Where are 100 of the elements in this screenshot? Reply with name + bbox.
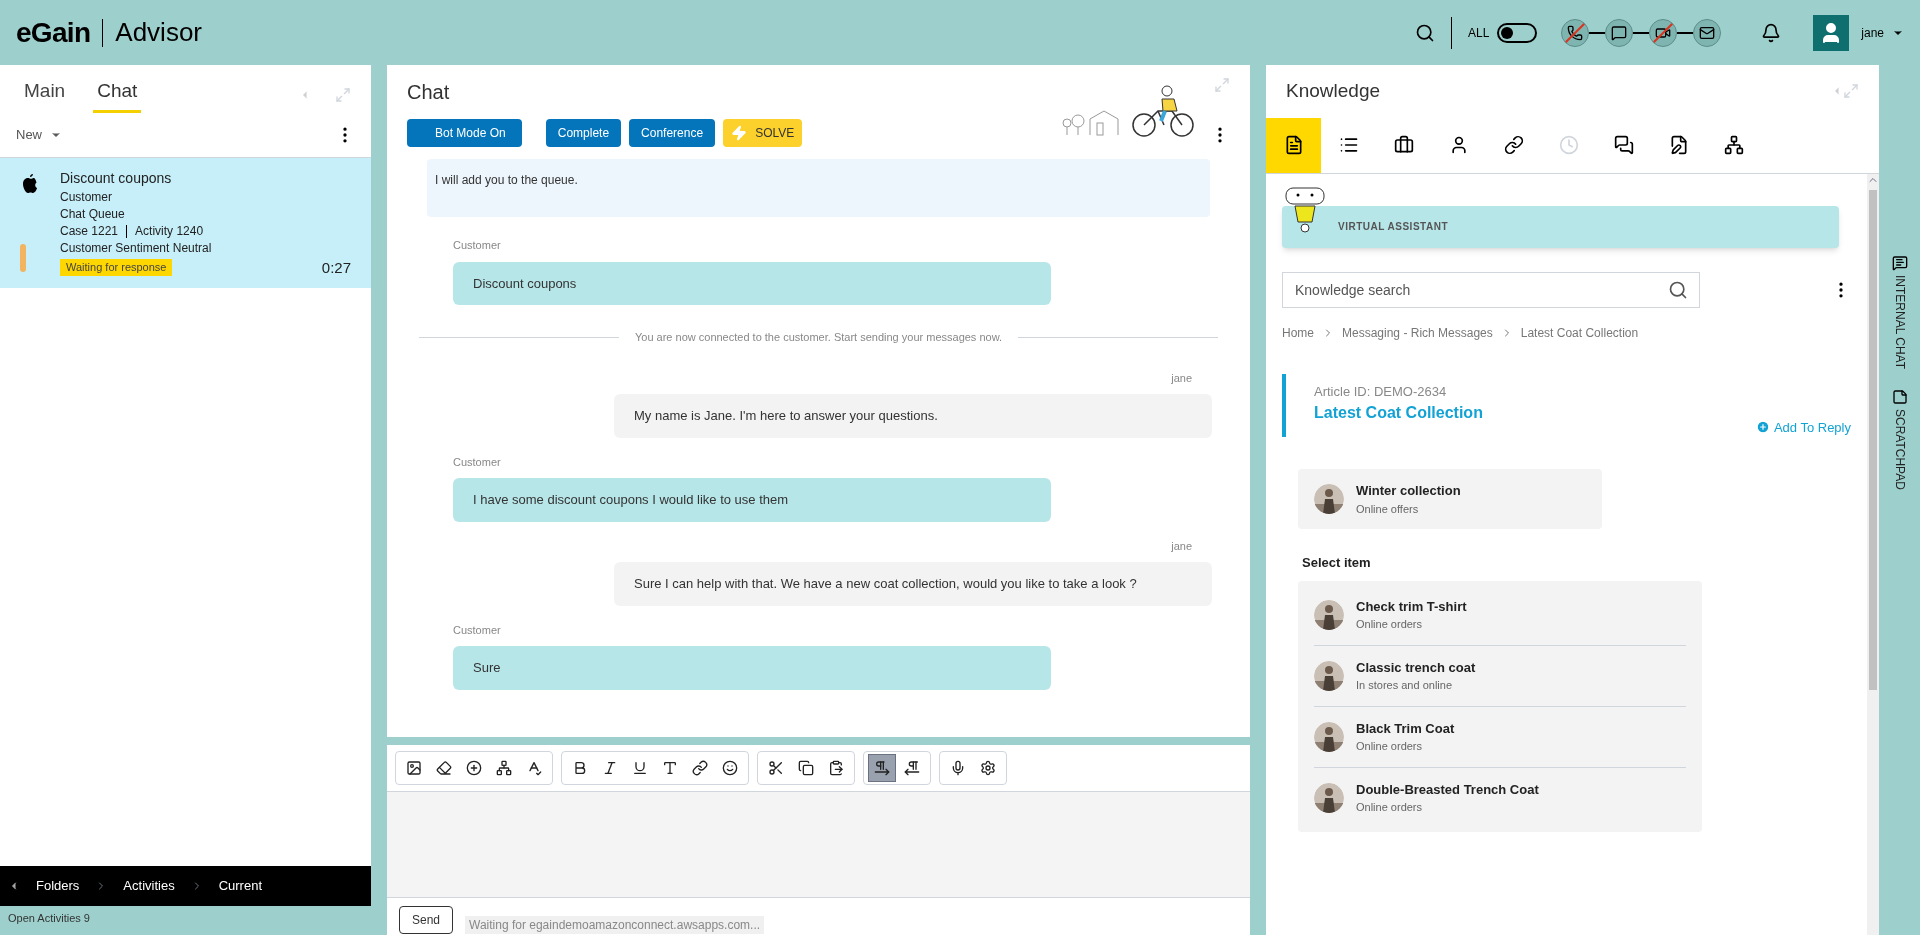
link-icon	[692, 760, 708, 776]
list-item[interactable]: Double-Breasted Trench Coat Online orders	[1314, 766, 1686, 828]
apple-icon	[20, 173, 40, 196]
solve-button[interactable]: SOLVE	[723, 119, 803, 147]
sender-name: Customer	[453, 622, 501, 638]
bold-icon	[572, 760, 588, 776]
image-icon	[406, 760, 422, 776]
case-number: Case 1221	[60, 222, 119, 240]
phone-icon	[1567, 24, 1584, 41]
insert-icon	[466, 760, 482, 776]
message-input[interactable]	[387, 791, 1250, 898]
settings-icon	[980, 760, 996, 776]
activity-title: Discount coupons	[60, 169, 173, 187]
breadcrumb-link[interactable]: Current	[214, 876, 266, 896]
user-menu[interactable]: jane	[1861, 24, 1904, 41]
send-button[interactable]: Send	[399, 906, 454, 934]
item-subtitle: In stores and online	[1356, 678, 1453, 693]
item-title: Classic trench coat	[1356, 658, 1476, 677]
sentiment-text: Customer Sentiment Neutral	[60, 239, 213, 257]
breadcrumb-link[interactable]: Latest Coat Collection	[1520, 323, 1639, 342]
note-icon[interactable]	[1891, 389, 1908, 405]
panel-tab[interactable]: Main	[20, 77, 70, 113]
list-item[interactable]: Check trim T-shirt Online orders	[1314, 584, 1686, 645]
side-tab[interactable]: SCRATCHPAD	[1890, 409, 1909, 490]
copy-icon	[798, 760, 814, 776]
panel-title: Knowledge	[1286, 79, 1381, 103]
collection-card[interactable]: Winter collection Online offers	[1298, 469, 1602, 529]
sentiment-bar	[20, 243, 26, 272]
knowledge-tab[interactable]	[1266, 117, 1321, 173]
knowledge-search-field[interactable]: Knowledge search	[1282, 271, 1700, 308]
italic-icon	[602, 760, 618, 776]
left-to-right-icon	[874, 760, 890, 776]
item-subtitle: Online orders	[1356, 800, 1424, 815]
paste-icon	[828, 760, 844, 776]
list-item[interactable]: Classic trench coat In stores and online	[1314, 644, 1686, 706]
breadcrumb-link[interactable]: Folders	[32, 876, 84, 896]
connection-notice: You are now connected to the customer. Start sending your messages now.	[634, 330, 1003, 345]
channel-button[interactable]	[1693, 18, 1722, 47]
spellcheck-icon	[526, 760, 542, 776]
customer-message: Discount coupons	[453, 261, 1051, 305]
status-badge: Waiting for response	[60, 258, 173, 276]
article-title: Latest Coat Collection	[1314, 403, 1483, 423]
breadcrumb-link[interactable]: Activities	[119, 876, 179, 896]
logo: eGain	[16, 15, 91, 50]
item-title: Double-Breasted Trench Coat	[1356, 780, 1539, 799]
action-button[interactable]: Bot Mode On	[407, 119, 522, 147]
customer-message: Sure	[453, 646, 1051, 690]
card-subtitle: Online offers	[1356, 501, 1420, 517]
item-subtitle: Online orders	[1356, 617, 1424, 632]
chat-bubble-icon[interactable]	[1891, 255, 1908, 271]
search-icon[interactable]	[1414, 22, 1435, 43]
article-id: Article ID: DEMO-2634	[1314, 382, 1448, 401]
action-button[interactable]: Complete	[545, 119, 622, 147]
briefcase-icon	[1393, 135, 1414, 155]
envelope-icon	[1699, 24, 1716, 41]
scrollbar[interactable]	[1867, 173, 1879, 935]
timer: 0:27	[321, 258, 351, 276]
bot-message: I will add you to the queue.	[427, 159, 1210, 217]
sender-name: jane	[1171, 538, 1192, 554]
right-to-left-icon	[904, 760, 920, 776]
channel-button[interactable]	[1649, 18, 1678, 47]
notification-bell-icon[interactable]	[1761, 22, 1782, 43]
lightning-icon	[731, 125, 748, 141]
sender-name: Customer	[453, 238, 501, 253]
search-icon[interactable]	[1668, 279, 1688, 300]
item-subtitle: Online orders	[1356, 739, 1424, 754]
agent-message: Sure I can help with that. We have a new coat collection, would you like to take a look ?	[614, 562, 1212, 606]
channel-button[interactable]	[1605, 18, 1634, 47]
toggle-switch[interactable]	[1497, 22, 1538, 43]
panel-tab[interactable]: Chat	[93, 77, 142, 113]
list-item[interactable]: Black Trim Coat Online orders	[1314, 705, 1686, 767]
action-button[interactable]: Conference	[629, 119, 716, 147]
eraser-icon	[436, 760, 452, 776]
link-icon	[1503, 135, 1524, 155]
agent-message: My name is Jane. I'm here to answer your questions.	[614, 394, 1212, 438]
font-color-icon	[662, 760, 678, 776]
chat-bubble-icon	[1611, 24, 1628, 41]
filter-label: ALL	[1467, 24, 1490, 41]
diagram-icon	[1723, 135, 1744, 155]
avatar[interactable]	[1813, 14, 1850, 51]
underline-icon	[632, 760, 648, 776]
item-title: Black Trim Coat	[1356, 719, 1455, 738]
breadcrumb-link[interactable]: Messaging - Rich Messages	[1342, 323, 1493, 342]
chat-bubbles-icon	[1613, 135, 1634, 155]
activity-item[interactable]: Discount coupons Customer Chat Queue Case 1221 Activity 1240 Customer Sentiment Neutral Waiting for response 0:27	[0, 157, 371, 288]
breadcrumb-link[interactable]: Home	[1282, 323, 1314, 342]
activity-detail: Customer	[60, 188, 113, 206]
cut-icon	[768, 760, 784, 776]
assistant-banner[interactable]: VIRTUAL ASSISTANT	[1282, 205, 1839, 248]
toolbar-button[interactable]	[868, 754, 896, 782]
microphone-icon	[950, 760, 966, 776]
activity-number: Activity 1240	[135, 222, 204, 240]
new-dropdown[interactable]: New	[16, 124, 62, 145]
merge-icon	[496, 760, 512, 776]
side-tab[interactable]: INTERNAL CHAT	[1890, 275, 1909, 369]
browser-status: Waiting for egaindemoamazonconnect.awsapps.com...	[465, 916, 765, 934]
sender-name: Customer	[453, 454, 501, 470]
item-title: Check trim T-shirt	[1356, 597, 1467, 616]
channel-button[interactable]	[1561, 18, 1590, 47]
product-name: Advisor	[115, 16, 202, 49]
